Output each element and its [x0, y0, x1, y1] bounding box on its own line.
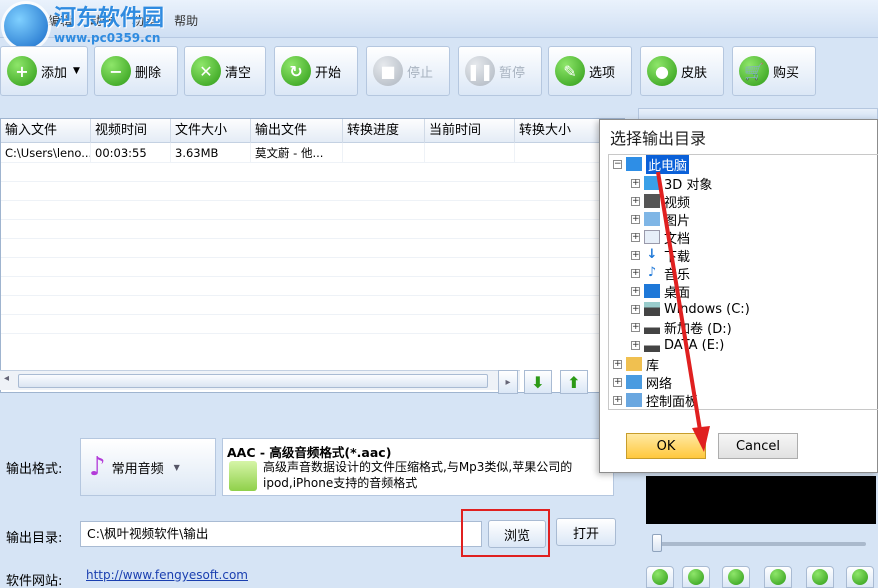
arrow-head: [692, 426, 710, 452]
annotation-arrow: [656, 171, 710, 452]
arrow-shaft: [656, 171, 702, 431]
